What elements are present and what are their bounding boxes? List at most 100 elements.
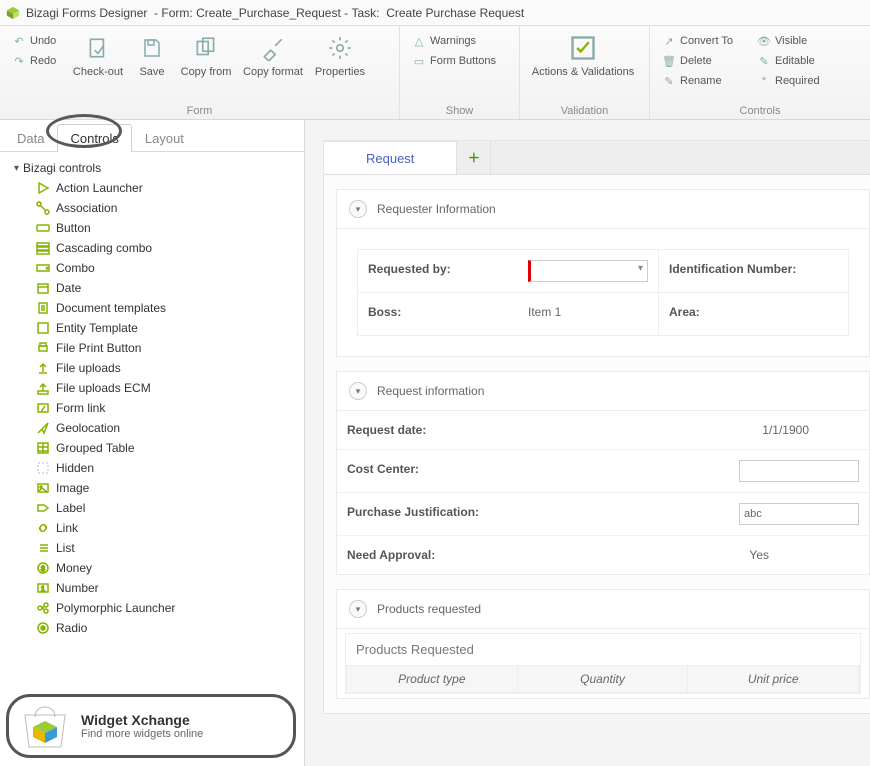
title-bar: Bizagi Forms Designer - Form: Create_Pur… <box>0 0 870 26</box>
justification-label: Purchase Justification: <box>337 493 497 535</box>
idnum-label: Identification Number: <box>669 262 838 276</box>
chevron-down-icon[interactable]: ▾ <box>349 600 367 618</box>
gtable-icon <box>36 441 50 455</box>
requested-by-combo[interactable] <box>528 260 648 282</box>
cascade-icon <box>36 241 50 255</box>
area-label: Area: <box>669 305 838 319</box>
section-products: ▾ Products requested Products Requested P… <box>336 589 870 699</box>
control-combo[interactable]: Combo <box>14 258 300 278</box>
request-date-label: Request date: <box>337 411 497 449</box>
col-quantity: Quantity <box>518 666 689 692</box>
control-image[interactable]: Image <box>14 478 300 498</box>
control-money[interactable]: $Money <box>14 558 300 578</box>
control-cascading-combo[interactable]: Cascading combo <box>14 238 300 258</box>
control-form-link[interactable]: Form link <box>14 398 300 418</box>
money-icon: $ <box>36 561 50 575</box>
shopping-bag-icon <box>19 703 71 749</box>
control-grouped-table[interactable]: Grouped Table <box>14 438 300 458</box>
actions-validations-button[interactable]: Actions & Validations <box>528 30 638 82</box>
control-hidden[interactable]: Hidden <box>14 458 300 478</box>
svg-text:$: $ <box>41 566 45 573</box>
boss-label: Boss: <box>358 293 518 331</box>
undo-button[interactable]: ↶Undo <box>8 32 66 50</box>
formlink-icon <box>36 401 50 415</box>
copy-format-button[interactable]: Copy format <box>238 30 308 82</box>
link-icon <box>36 521 50 535</box>
control-action-launcher[interactable]: Action Launcher <box>14 178 300 198</box>
section-requester-info: ▾ Requester Information Requested by: Bos… <box>336 189 870 357</box>
grid-title: Products Requested <box>346 634 860 665</box>
rename-button[interactable]: ✎Rename <box>658 72 737 90</box>
control-file-uploads[interactable]: File uploads <box>14 358 300 378</box>
ribbon-group-controls-label: Controls <box>658 105 862 117</box>
section3-title: Products requested <box>377 602 481 616</box>
xchange-title: Widget Xchange <box>81 712 203 728</box>
app-icon <box>6 6 20 20</box>
control-file-uploads-ecm[interactable]: File uploads ECM <box>14 378 300 398</box>
ribbon-group-show-label: Show <box>408 105 511 117</box>
warnings-button[interactable]: △Warnings <box>408 32 500 50</box>
tab-data[interactable]: Data <box>4 124 57 152</box>
left-panel: Data Controls Layout ▾Bizagi controls Ac… <box>0 120 305 766</box>
control-label[interactable]: Label <box>14 498 300 518</box>
properties-button[interactable]: Properties <box>310 30 370 82</box>
controls-tree: ▾Bizagi controls Action LauncherAssociat… <box>0 152 304 766</box>
convert-to-button[interactable]: ↗Convert To <box>658 32 737 50</box>
widget-xchange-button[interactable]: Widget Xchange Find more widgets online <box>6 694 296 758</box>
xchange-subtitle: Find more widgets online <box>81 728 203 740</box>
label-icon <box>36 501 50 515</box>
ribbon-group-validation-label: Validation <box>528 105 641 117</box>
request-date-value: 1/1/1900 <box>497 411 869 449</box>
image-icon <box>36 481 50 495</box>
copy-from-button[interactable]: Copy from <box>176 30 236 82</box>
control-button[interactable]: Button <box>14 218 300 238</box>
entity-icon <box>36 321 50 335</box>
ribbon: ↶Undo ↷Redo Check-out Save Copy from Cop… <box>0 26 870 120</box>
form-buttons-button[interactable]: ▭Form Buttons <box>408 52 500 70</box>
geo-icon <box>36 421 50 435</box>
date-icon <box>36 281 50 295</box>
visible-button[interactable]: 👁Visible <box>753 32 824 50</box>
chevron-down-icon[interactable]: ▾ <box>349 382 367 400</box>
save-button[interactable]: Save <box>130 30 174 82</box>
control-polymorphic-launcher[interactable]: Polymorphic Launcher <box>14 598 300 618</box>
chevron-down-icon[interactable]: ▾ <box>349 200 367 218</box>
delete-button[interactable]: 🗑Delete <box>658 52 737 70</box>
control-entity-template[interactable]: Entity Template <box>14 318 300 338</box>
title-text: Bizagi Forms Designer - Form: Create_Pur… <box>26 6 524 20</box>
control-file-print-button[interactable]: File Print Button <box>14 338 300 358</box>
control-list[interactable]: List <box>14 538 300 558</box>
redo-button[interactable]: ↷Redo <box>8 52 66 70</box>
doct-icon <box>36 301 50 315</box>
control-date[interactable]: Date <box>14 278 300 298</box>
control-link[interactable]: Link <box>14 518 300 538</box>
uploadecm-icon <box>36 381 50 395</box>
tab-controls[interactable]: Controls <box>57 124 131 152</box>
control-geolocation[interactable]: Geolocation <box>14 418 300 438</box>
col-product-type: Product type <box>347 666 518 692</box>
control-association[interactable]: Association <box>14 198 300 218</box>
tree-root[interactable]: ▾Bizagi controls <box>14 158 300 178</box>
cost-center-input[interactable] <box>739 460 859 482</box>
form-tab-request[interactable]: Request <box>324 141 457 174</box>
list-icon <box>36 541 50 555</box>
requested-by-label: Requested by: <box>358 250 518 292</box>
hidden-icon <box>36 461 50 475</box>
required-button[interactable]: *Required <box>753 72 824 90</box>
col-unit-price: Unit price <box>688 666 859 692</box>
section1-title: Requester Information <box>377 202 496 216</box>
checkout-button[interactable]: Check-out <box>68 30 128 82</box>
control-radio[interactable]: Radio <box>14 618 300 638</box>
play-icon <box>36 181 50 195</box>
editable-button[interactable]: ✎Editable <box>753 52 824 70</box>
grid-header: Product type Quantity Unit price <box>346 665 860 693</box>
control-number[interactable]: 1Number <box>14 578 300 598</box>
section-request-info: ▾Request information Request date:1/1/19… <box>336 371 870 575</box>
tab-layout[interactable]: Layout <box>132 124 197 152</box>
need-approval-label: Need Approval: <box>337 536 497 574</box>
button-icon <box>36 221 50 235</box>
add-tab-button[interactable]: ＋ <box>457 141 491 174</box>
svg-text:1: 1 <box>41 586 45 593</box>
justification-input[interactable]: abc <box>739 503 859 525</box>
control-document-templates[interactable]: Document templates <box>14 298 300 318</box>
